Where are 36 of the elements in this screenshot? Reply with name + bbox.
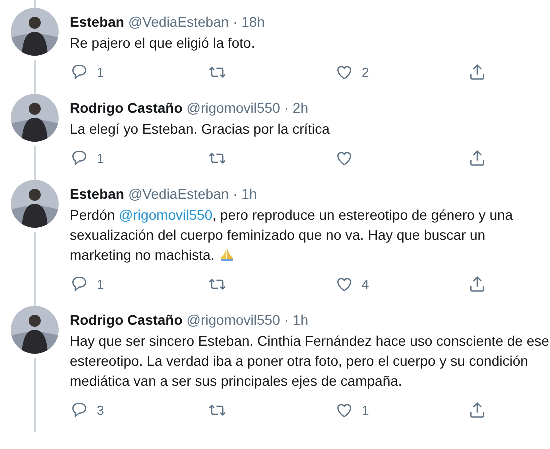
reply-icon[interactable] <box>70 63 89 82</box>
share-icon[interactable] <box>468 401 487 420</box>
reply-icon[interactable] <box>70 275 89 294</box>
tweet-text: Re pajero el que eligió la foto. <box>70 34 256 53</box>
share-icon[interactable] <box>468 149 487 168</box>
share-icon[interactable] <box>468 63 487 82</box>
tweet-time[interactable]: · 1h <box>284 312 308 328</box>
tweet-time[interactable]: · 2h <box>284 100 308 116</box>
like-icon[interactable] <box>335 63 354 82</box>
tweet-time[interactable]: · 18h <box>233 14 266 30</box>
user-name[interactable]: Esteban <box>70 14 124 30</box>
like-icon[interactable] <box>335 401 354 420</box>
share-icon[interactable] <box>468 275 487 294</box>
tweet-text: Hay que ser sincero Esteban. Cinthia Fernández hace uso consciente de ese estereotipo. La verdad iba a poner otra foto, pero el cuerpo y su condición mediática van a ser sus principales ejes de campaña. <box>70 332 550 391</box>
tweet-text: Perdón @rigomovil550, pero reproduce un estereotipo de género y una sexualización del cuerpo feminizado que no va. Hay que buscar un marketing no machista. <box>70 206 514 265</box>
mention-link[interactable]: @rigomovil550 <box>119 207 213 223</box>
like-count: 1 <box>362 403 370 418</box>
user-name[interactable]: Esteban <box>70 186 124 202</box>
reply-count: 1 <box>97 277 104 292</box>
like-icon[interactable] <box>335 149 354 168</box>
user-handle[interactable]: @VediaEsteban <box>128 14 230 30</box>
tweet-text: La elegí yo Esteban. Gracias por la crítica <box>70 120 331 139</box>
user-handle[interactable]: @VediaEsteban <box>128 186 230 202</box>
user-name[interactable]: Rodrigo Castaño <box>70 312 183 328</box>
reply-icon[interactable] <box>70 149 89 168</box>
user-name[interactable]: Rodrigo Castaño <box>70 100 183 116</box>
like-count: 4 <box>362 277 370 292</box>
user-handle[interactable]: @rigomovil550 <box>186 100 280 116</box>
tweet-time[interactable]: · 1h <box>233 186 258 202</box>
like-icon[interactable] <box>335 275 354 294</box>
reply-count: 1 <box>97 65 104 80</box>
reply-icon[interactable] <box>70 401 89 420</box>
reply-count: 3 <box>97 403 104 418</box>
like-count: 2 <box>362 65 370 80</box>
reply-count: 1 <box>97 151 104 166</box>
user-handle[interactable]: @rigomovil550 <box>186 312 280 328</box>
